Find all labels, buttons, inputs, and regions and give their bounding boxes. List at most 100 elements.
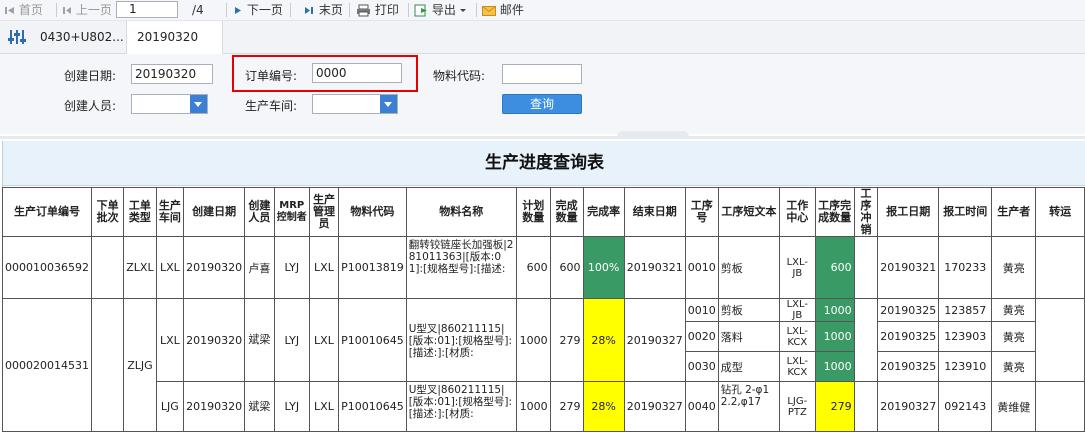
mail-label: 邮件 bbox=[499, 3, 524, 17]
created-cell: 20190320 bbox=[183, 236, 246, 299]
report-date-cell: 20190325 bbox=[877, 321, 940, 352]
order-no-cell: 000010036592 bbox=[2, 236, 92, 299]
op-qty-cell: 1000 bbox=[814, 351, 855, 382]
report-date-cell: 20190321 bbox=[877, 236, 940, 299]
header-cell: 计划数量 bbox=[515, 187, 551, 237]
tab-date[interactable]: 20190320 bbox=[126, 21, 223, 54]
report-time-cell: 123857 bbox=[938, 298, 993, 322]
transfer-cell bbox=[1035, 381, 1085, 432]
header-cell: 报工时间 bbox=[938, 187, 993, 237]
material-code-input[interactable] bbox=[502, 64, 582, 84]
material-code-cell: P10010645 bbox=[338, 381, 407, 432]
workshop-select[interactable] bbox=[312, 94, 398, 114]
creator-label: 创建人员: bbox=[64, 99, 117, 113]
plan-qty-cell: 1000 bbox=[515, 381, 551, 432]
filter-settings-icon[interactable] bbox=[8, 29, 26, 48]
end-date-cell: 20190321 bbox=[623, 236, 686, 299]
header-cell: 报工日期 bbox=[877, 187, 940, 237]
header-cell: 工序号 bbox=[684, 187, 719, 237]
created-date-input[interactable]: 20190320 bbox=[131, 64, 213, 84]
mail-icon bbox=[482, 6, 496, 16]
material-code-cell: P10013819 bbox=[338, 236, 407, 299]
type-cell: ZLJG bbox=[123, 298, 157, 432]
op-text-cell: 剪板 bbox=[717, 298, 781, 322]
next-page-label: 下一页 bbox=[246, 3, 283, 17]
report-time-cell: 092143 bbox=[938, 381, 993, 432]
op-text-cell: 剪板 bbox=[717, 236, 781, 299]
table-row: 000010036592 ZLXL LXL 20190320 卢喜 LYJ LX… bbox=[2, 236, 1085, 299]
transfer-cell bbox=[1035, 236, 1085, 299]
next-page-button[interactable]: 下一页 bbox=[234, 2, 283, 18]
print-label: 打印 bbox=[374, 3, 399, 17]
producer-cell: 黄亮 bbox=[991, 236, 1037, 299]
center-cell: LXL-JB bbox=[779, 236, 816, 299]
op-reversal-cell bbox=[853, 236, 879, 299]
op-no-cell: 0040 bbox=[684, 381, 719, 432]
progress-table: 生产订单编号 下单批次 工单类型 生产车间 创建日期 创建人员 MRP控制者 生… bbox=[2, 187, 1085, 432]
header-cell: 生产者 bbox=[991, 187, 1037, 237]
chevron-down-icon[interactable] bbox=[190, 95, 207, 113]
query-button[interactable]: 查询 bbox=[502, 94, 582, 114]
header-cell: 工序冲销 bbox=[853, 187, 879, 237]
type-cell: ZLXL bbox=[123, 236, 157, 299]
header-cell: 工作中心 bbox=[779, 187, 816, 237]
last-page-label: 末页 bbox=[318, 3, 343, 17]
report-time-cell: 123903 bbox=[938, 321, 993, 352]
manager-cell: LXL bbox=[308, 236, 340, 299]
header-cell: 创建日期 bbox=[183, 187, 246, 237]
prev-page-button[interactable]: 上一页 bbox=[62, 2, 112, 18]
last-page-icon bbox=[305, 7, 313, 14]
center-cell: LJG-PTZ bbox=[779, 381, 816, 432]
header-cell: 工序完成数量 bbox=[814, 187, 855, 237]
tab-query-scheme[interactable]: 0430+U802... bbox=[30, 21, 134, 53]
material-code-label: 物料代码: bbox=[433, 69, 486, 83]
header-cell: 生产管理员 bbox=[308, 187, 340, 237]
header-cell: 完成数量 bbox=[549, 187, 584, 237]
first-page-label: 首页 bbox=[18, 3, 43, 17]
center-cell: LXL-KCX bbox=[779, 321, 816, 352]
producer-cell: 黄亮 bbox=[991, 298, 1037, 322]
export-button[interactable]: 导出 bbox=[414, 2, 467, 18]
divider bbox=[0, 136, 1085, 139]
first-page-icon bbox=[5, 7, 14, 14]
header-cell: 生产车间 bbox=[155, 187, 185, 237]
op-qty-cell: 1000 bbox=[814, 298, 855, 322]
created-cell: 20190320 bbox=[183, 298, 246, 382]
report-date-cell: 20190325 bbox=[877, 351, 940, 382]
producer-cell: 黄亮 bbox=[991, 351, 1037, 382]
creator-select[interactable] bbox=[131, 94, 208, 114]
last-page-button[interactable]: 末页 bbox=[304, 2, 343, 18]
op-text-cell: 钻孔 2-φ12.2,φ17 bbox=[717, 381, 781, 432]
plan-qty-cell: 600 bbox=[515, 236, 551, 299]
mail-button[interactable]: 邮件 bbox=[482, 2, 524, 18]
chevron-down-icon[interactable] bbox=[380, 95, 397, 113]
batch-cell bbox=[90, 236, 125, 299]
op-text-cell: 落料 bbox=[717, 321, 781, 352]
first-page-button[interactable]: 首页 bbox=[4, 2, 43, 18]
created-date-label: 创建日期: bbox=[64, 69, 117, 83]
header-cell: 物料名称 bbox=[405, 187, 517, 237]
chevron-down-icon bbox=[459, 9, 466, 12]
page-number-input[interactable]: 1 bbox=[116, 1, 178, 18]
report-date-cell: 20190327 bbox=[877, 381, 940, 432]
manager-cell: LXL bbox=[308, 298, 340, 382]
header-cell: 完成率 bbox=[582, 187, 625, 237]
export-icon bbox=[414, 4, 427, 17]
manager-cell: LXL bbox=[308, 381, 340, 432]
rate-cell: 28% bbox=[582, 381, 625, 432]
table-row: 000020014531 ZLJG LXL 20190320 斌梁 LYJ LX… bbox=[2, 298, 1085, 432]
op-reversal-cell bbox=[853, 298, 879, 382]
op-text-cell: 成型 bbox=[717, 351, 781, 382]
producer-cell: 黄亮 bbox=[991, 321, 1037, 352]
header-cell: 下单批次 bbox=[90, 187, 125, 237]
op-no-cell: 0010 bbox=[684, 236, 719, 299]
table-header-row: 生产订单编号 下单批次 工单类型 生产车间 创建日期 创建人员 MRP控制者 生… bbox=[2, 187, 1085, 237]
done-qty-cell: 279 bbox=[549, 298, 584, 382]
print-button[interactable]: 打印 bbox=[356, 2, 399, 18]
report-date-cell: 20190325 bbox=[877, 298, 940, 322]
batch-cell bbox=[90, 298, 125, 432]
end-date-cell: 20190327 bbox=[623, 381, 686, 432]
creator-cell: 卢喜 bbox=[244, 236, 275, 299]
mrp-cell: LYJ bbox=[273, 381, 310, 432]
end-date-cell: 20190327 bbox=[623, 298, 686, 382]
